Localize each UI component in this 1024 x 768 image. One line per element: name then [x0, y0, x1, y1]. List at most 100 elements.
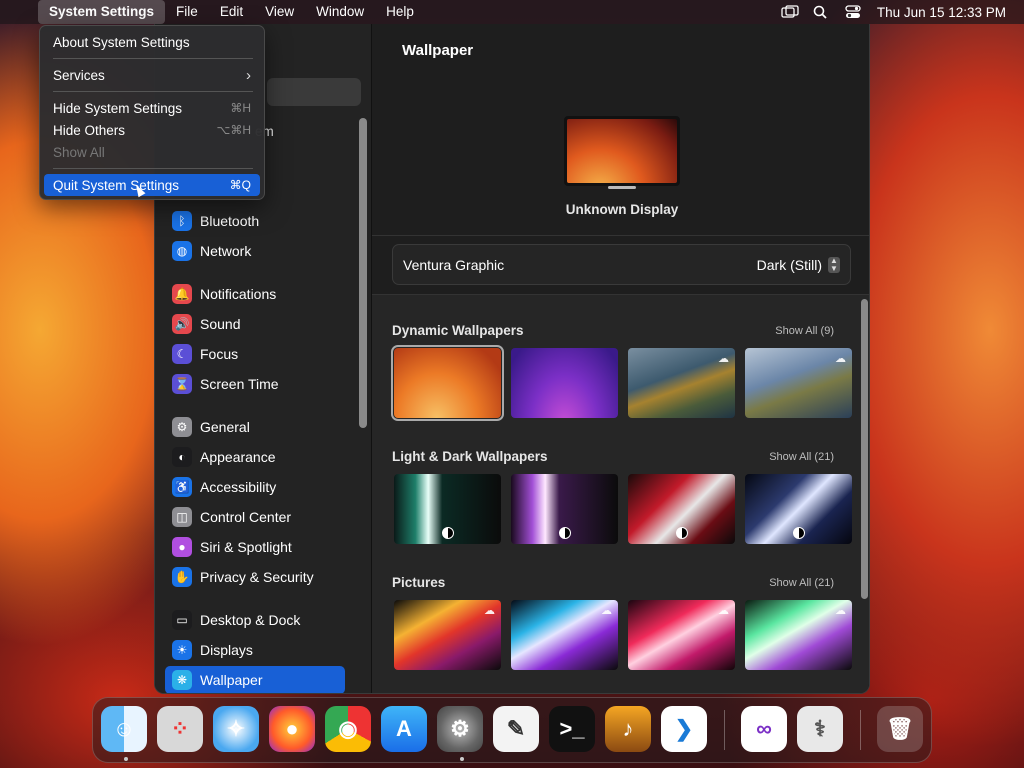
- apple-menu-icon[interactable]: [0, 0, 38, 24]
- wallpaper-thumb[interactable]: [394, 474, 501, 544]
- sidebar-scrollbar[interactable]: [359, 118, 367, 428]
- menu-edit[interactable]: Edit: [209, 0, 254, 24]
- vscode-icon[interactable]: ❯: [661, 706, 707, 752]
- terminal-icon[interactable]: >_: [549, 706, 595, 752]
- finder-icon[interactable]: ☺: [101, 706, 147, 752]
- safari-icon[interactable]: ✧: [213, 706, 259, 752]
- appearance-icon: ◐: [172, 447, 192, 467]
- wallpaper-thumb[interactable]: ☁: [745, 600, 852, 670]
- sidebar-item-notifications[interactable]: 🔔 Notifications: [165, 280, 345, 308]
- sidebar-item-screen-time[interactable]: ⌛ Screen Time: [165, 370, 345, 398]
- menu-window[interactable]: Window: [305, 0, 375, 24]
- sidebar-item-privacy-security[interactable]: ✋ Privacy & Security: [165, 563, 345, 591]
- firefox-icon[interactable]: ●: [269, 706, 315, 752]
- menu-item-label: Hide Others: [53, 122, 126, 138]
- visual-studio-icon[interactable]: ∞: [741, 706, 787, 752]
- wallpaper-thumb[interactable]: ☁: [628, 600, 735, 670]
- sidebar-item-displays[interactable]: ☀ Displays: [165, 636, 345, 664]
- garageband-icon[interactable]: ♪: [605, 706, 651, 752]
- screen-mirroring-icon[interactable]: [781, 5, 799, 19]
- wallpaper-thumb[interactable]: ☁: [745, 348, 852, 418]
- menu-item-services[interactable]: Services ›: [44, 64, 260, 86]
- shortcut-label: ⌘H: [230, 101, 251, 115]
- system-settings-icon[interactable]: ⚙: [437, 706, 483, 752]
- appearance-mode-popup[interactable]: Dark (Still) ▲ ▼: [757, 256, 840, 273]
- wallpaper-name: Ventura Graphic: [403, 256, 505, 273]
- menu-separator: [53, 91, 253, 92]
- menu-item-label: Hide System Settings: [53, 100, 183, 116]
- chevron-right-icon: ›: [246, 66, 251, 84]
- menu-item-about[interactable]: About System Settings: [44, 31, 260, 53]
- sidebar-item-label: Wallpaper: [200, 672, 263, 688]
- trash-icon[interactable]: 🗑: [877, 706, 923, 752]
- download-icon: ☁: [835, 605, 846, 617]
- main-pane: Wallpaper Unknown Display Ventura Graphi…: [371, 24, 869, 693]
- wallpaper-thumb[interactable]: ☁: [628, 348, 735, 418]
- wallpaper-thumb[interactable]: [391, 345, 504, 421]
- menu-view[interactable]: View: [254, 0, 305, 24]
- menu-system-settings[interactable]: System Settings: [38, 0, 166, 24]
- sidebar-item-label: Network: [200, 243, 252, 259]
- sidebar-item-sound[interactable]: 🔊 Sound: [165, 310, 345, 338]
- status-area: Thu Jun 15 12:33 PM: [781, 5, 1024, 20]
- sidebar-item-label: Control Center: [200, 509, 292, 525]
- app-store-icon[interactable]: A: [381, 706, 427, 752]
- sidebar-item-label: General: [200, 419, 250, 435]
- wallpaper-thumb[interactable]: [511, 348, 618, 418]
- wallpaper-icon: ❋: [172, 670, 192, 690]
- chrome-icon[interactable]: ◉: [325, 706, 371, 752]
- show-all-pictures-button[interactable]: Show All (21): [769, 577, 834, 589]
- dark-mode-toggle-icon: [676, 527, 688, 539]
- sidebar-item-wallpaper[interactable]: ❋ Wallpaper: [165, 666, 345, 693]
- dock-icon: ▭: [172, 610, 192, 630]
- dock: ☺ ⁘ ✧ ● ◉ A ⚙ ✎ >_ ♪ ❯ ∞ ⚕ 🗑: [92, 697, 932, 763]
- gallery-scrollbar[interactable]: [861, 299, 868, 599]
- sidebar-item-accessibility[interactable]: ♿ Accessibility: [165, 473, 345, 501]
- wallpaper-thumb[interactable]: ☁: [394, 600, 501, 670]
- sidebar-item-siri-spotlight[interactable]: ● Siri & Spotlight: [165, 533, 345, 561]
- gear-icon: ⚙: [172, 417, 192, 437]
- menu-item-hide[interactable]: Hide System Settings ⌘H: [44, 97, 260, 119]
- sun-icon: ☀: [172, 640, 192, 660]
- sidebar-item-focus[interactable]: ☾ Focus: [165, 340, 345, 368]
- wallpaper-gallery: Dynamic Wallpapers Show All (9) Light & …: [372, 294, 869, 693]
- section-title-dynamic: Dynamic Wallpapers: [392, 323, 524, 338]
- download-icon: ☁: [718, 605, 729, 617]
- wallpaper-thumb[interactable]: ☁: [511, 600, 618, 670]
- control-center-icon[interactable]: [845, 5, 863, 19]
- menu-file[interactable]: File: [165, 0, 209, 24]
- wallpaper-thumb[interactable]: [745, 474, 852, 544]
- sidebar-item-bluetooth[interactable]: ᛒ Bluetooth: [165, 207, 345, 235]
- display-preview: [564, 116, 680, 186]
- sidebar-item-network[interactable]: ◍ Network: [165, 237, 345, 265]
- launchpad-icon[interactable]: ⁘: [157, 706, 203, 752]
- sidebar-item-label: Siri & Spotlight: [200, 539, 292, 555]
- hand-icon: ✋: [172, 567, 192, 587]
- sidebar-item-label: Accessibility: [200, 479, 277, 495]
- running-indicator: [460, 757, 464, 761]
- disk-utility-icon[interactable]: ⚕: [797, 706, 843, 752]
- shortcut-label: ⌘Q: [229, 178, 251, 192]
- menu-item-quit[interactable]: Quit System Settings ⌘Q: [44, 174, 260, 196]
- accessibility-icon: ♿: [172, 477, 192, 497]
- menu-item-hide-others[interactable]: Hide Others ⌥⌘H: [44, 119, 260, 141]
- sidebar-item-label: Screen Time: [200, 376, 279, 392]
- display-name: Unknown Display: [565, 202, 679, 217]
- clock[interactable]: Thu Jun 15 12:33 PM: [877, 5, 1006, 20]
- sidebar-item-general[interactable]: ⚙ General: [165, 413, 345, 441]
- sidebar-item-label: Appearance: [200, 449, 276, 465]
- textedit-icon[interactable]: ✎: [493, 706, 539, 752]
- search-field[interactable]: [267, 78, 361, 106]
- sidebar-item-label: Notifications: [200, 286, 277, 302]
- wallpaper-thumb[interactable]: [628, 474, 735, 544]
- show-all-dynamic-button[interactable]: Show All (9): [775, 325, 834, 337]
- sidebar-item-appearance[interactable]: ◐ Appearance: [165, 443, 345, 471]
- menu-help[interactable]: Help: [375, 0, 425, 24]
- sidebar-item-desktop-dock[interactable]: ▭ Desktop & Dock: [165, 606, 345, 634]
- dark-mode-toggle-icon: [793, 527, 805, 539]
- sidebar-item-label: Displays: [200, 642, 253, 658]
- wallpaper-thumb[interactable]: [511, 474, 618, 544]
- show-all-light-dark-button[interactable]: Show All (21): [769, 451, 834, 463]
- sidebar-item-control-center[interactable]: ◫ Control Center: [165, 503, 345, 531]
- spotlight-search-icon[interactable]: [813, 5, 831, 19]
